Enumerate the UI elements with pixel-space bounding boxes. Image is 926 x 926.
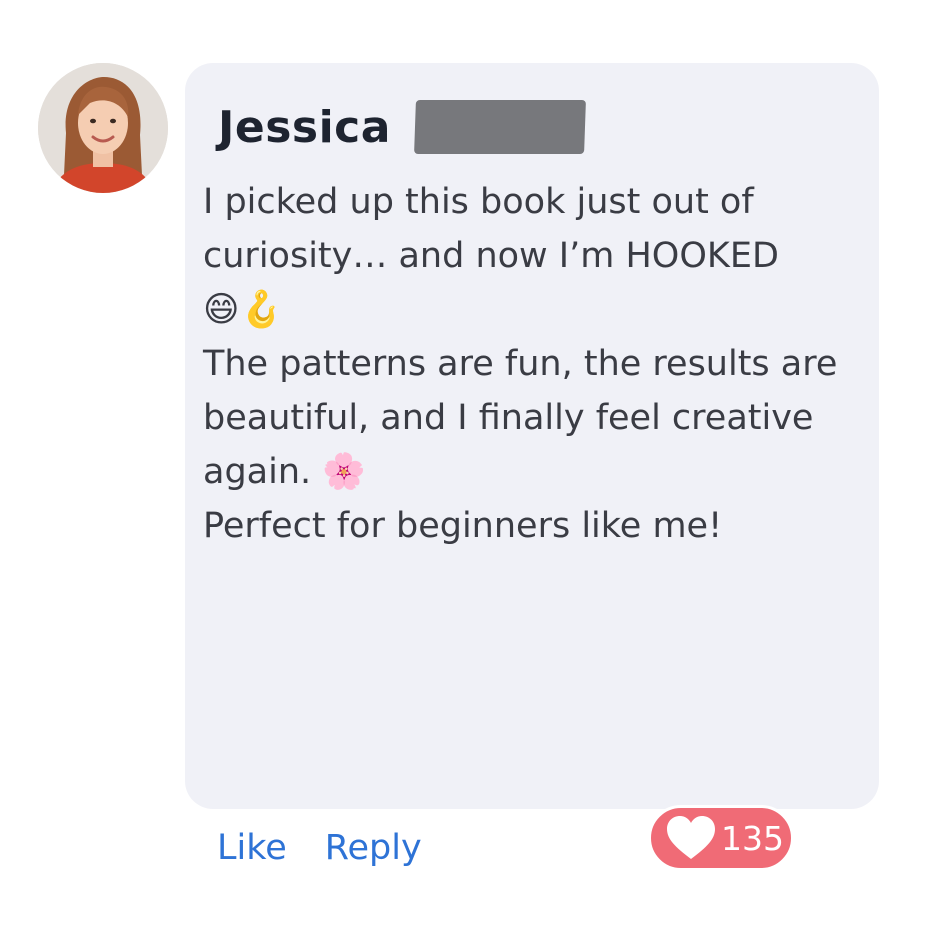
avatar-portrait-icon [38, 63, 168, 193]
author-row: Jessica [218, 97, 586, 157]
reaction-count: 135 [721, 818, 784, 858]
comment-bubble: Jessica I picked up this book just out o… [185, 63, 879, 809]
redacted-surname [414, 100, 586, 154]
comment-container: Jessica I picked up this book just out o… [0, 0, 926, 926]
heart-icon [667, 816, 715, 859]
avatar[interactable] [38, 63, 168, 193]
comment-text: I picked up this book just out of curios… [203, 182, 838, 546]
comment-actions: Like Reply [217, 828, 460, 868]
like-button[interactable]: Like [217, 828, 287, 868]
reaction-badge[interactable]: 135 [648, 805, 794, 871]
author-name[interactable]: Jessica [218, 102, 391, 153]
reply-button[interactable]: Reply [325, 828, 422, 868]
